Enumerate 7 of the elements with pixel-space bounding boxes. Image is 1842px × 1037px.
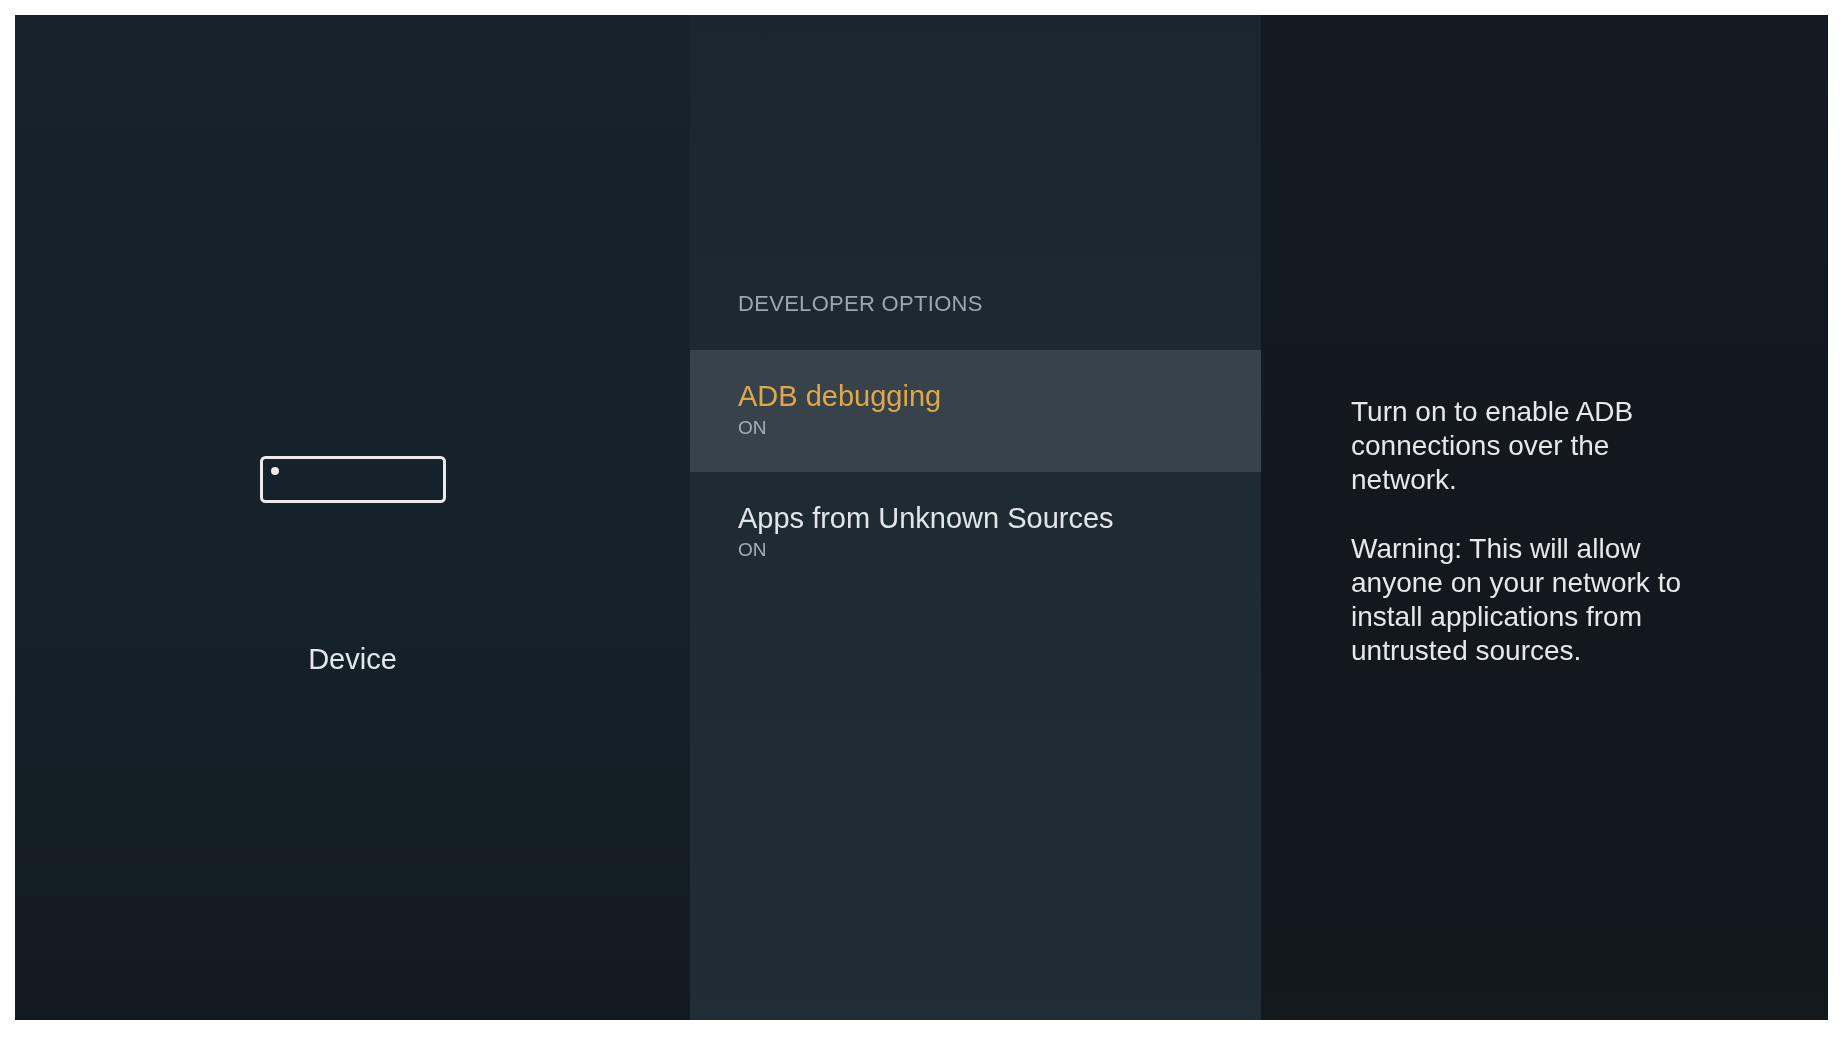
description-text: Warning: This will allow anyone on your network to install applications from untrusted sources. (1351, 532, 1682, 668)
description-text: Turn on to enable ADB connections over the network. (1351, 395, 1635, 497)
menu-item[interactable]: ADB debugging ON (690, 350, 1261, 472)
category-label: Device (308, 642, 397, 676)
device-icon (259, 456, 446, 503)
section-heading: DEVELOPER OPTIONS (737, 290, 984, 318)
menu-item[interactable]: Apps from Unknown Sources ON (690, 472, 1261, 594)
